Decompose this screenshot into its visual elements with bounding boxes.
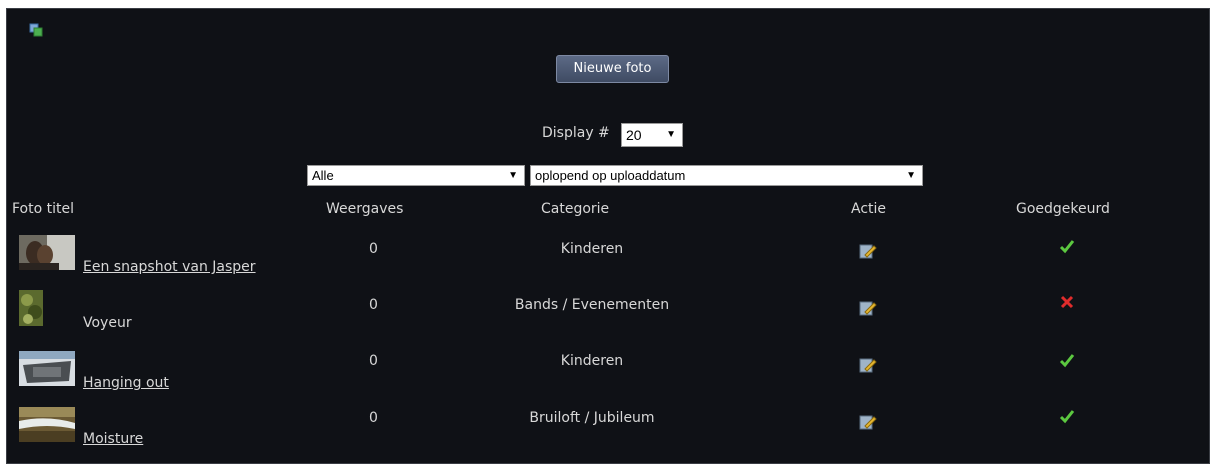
chevron-down-icon: ▼ (666, 129, 676, 140)
sort-order-value: oplopend op uploaddatum (535, 168, 686, 183)
category-filter-select[interactable]: Alle ▼ (307, 165, 525, 186)
edit-icon[interactable] (859, 357, 877, 373)
edit-icon[interactable] (859, 300, 877, 316)
photo-category: Bands / Evenementen (514, 297, 670, 313)
photo-category: Kinderen (560, 241, 624, 257)
header-category: Categorie (541, 201, 610, 217)
photo-title-link[interactable]: Moisture (83, 431, 143, 447)
photo-title-link[interactable]: Een snapshot van Jasper (83, 259, 256, 275)
photo-views: 0 (369, 410, 378, 426)
photo-category: Kinderen (560, 353, 624, 369)
header-approved: Goedgekeurd (1016, 201, 1110, 217)
display-count-value: 20 (626, 127, 642, 143)
header-views: Weergaves (326, 201, 404, 217)
check-icon (1059, 410, 1075, 424)
sort-order-select[interactable]: oplopend op uploaddatum ▼ (530, 165, 923, 186)
copy-icon[interactable] (29, 23, 43, 37)
photo-thumbnail[interactable] (19, 235, 75, 270)
photo-admin-panel: Nieuwe foto Display # 20 ▼ Alle ▼ oplope… (6, 8, 1210, 464)
header-action: Actie (851, 201, 887, 217)
display-count-select[interactable]: 20 ▼ (621, 123, 683, 147)
category-filter-value: Alle (312, 168, 334, 183)
chevron-down-icon: ▼ (508, 170, 518, 181)
photo-views: 0 (369, 353, 378, 369)
display-count-label: Display # (542, 125, 610, 141)
chevron-down-icon: ▼ (906, 170, 916, 181)
photo-thumbnail[interactable] (19, 290, 43, 326)
edit-icon[interactable] (859, 243, 877, 259)
edit-icon[interactable] (859, 414, 877, 430)
check-icon (1059, 240, 1075, 254)
photo-views: 0 (369, 241, 378, 257)
new-photo-button[interactable]: Nieuwe foto (556, 55, 669, 83)
photo-title-link[interactable]: Hanging out (83, 375, 169, 391)
photo-title: Voyeur (83, 315, 132, 331)
photo-thumbnail[interactable] (19, 407, 75, 442)
photo-views: 0 (369, 297, 378, 313)
cross-icon (1060, 295, 1074, 309)
photo-category: Bruiloft / Jubileum (529, 410, 655, 426)
check-icon (1059, 354, 1075, 368)
header-title: Foto titel (12, 201, 74, 217)
photo-thumbnail[interactable] (19, 351, 75, 386)
